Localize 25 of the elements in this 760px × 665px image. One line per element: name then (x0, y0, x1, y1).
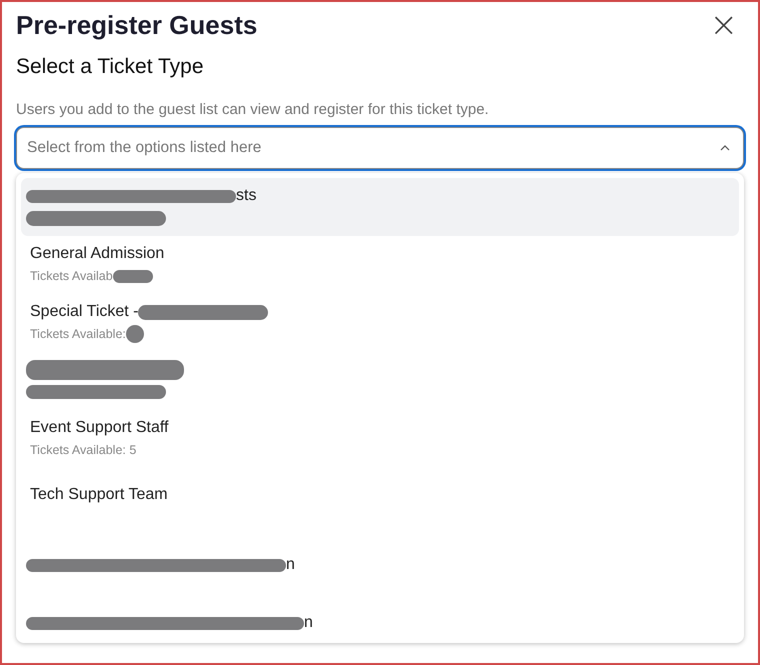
section-heading: Select a Ticket Type (16, 55, 205, 79)
ticket-option[interactable]: Tech Support Team (21, 468, 739, 533)
ticket-type-select[interactable]: Select from the options listed here (16, 127, 744, 169)
ticket-option[interactable]: General Admission Tickets Availab (21, 236, 739, 294)
ticket-option[interactable]: sts (21, 178, 739, 236)
option-title: n (304, 614, 313, 632)
ticket-option[interactable]: n (21, 533, 739, 605)
option-title: Special Ticket - (30, 303, 138, 321)
ticket-option[interactable]: Special Ticket - Tickets Available: (21, 294, 739, 352)
dialog-title: Pre-register Guests (16, 10, 258, 41)
redaction-mark (112, 270, 153, 282)
option-title: Tech Support Team (30, 486, 168, 504)
option-title: n (286, 556, 295, 574)
option-title: Event Support Staff (30, 419, 168, 437)
caret-icon (720, 145, 730, 151)
ticket-option[interactable]: n (21, 605, 739, 663)
option-title: sts (236, 187, 256, 205)
redaction-mark (126, 325, 144, 343)
helper-text: Users you add to the guest list can view and register for this ticket type. (16, 101, 490, 118)
close-button[interactable]: × (704, 10, 744, 40)
option-title: General Admission (30, 245, 164, 263)
availability-text: Tickets Available: (30, 327, 126, 341)
ticket-option[interactable]: Event Support Staff Tickets Available: 5 (21, 410, 739, 468)
availability-text: Tickets Availab (30, 269, 113, 283)
availability-text: Tickets Available: 5 (30, 443, 136, 457)
